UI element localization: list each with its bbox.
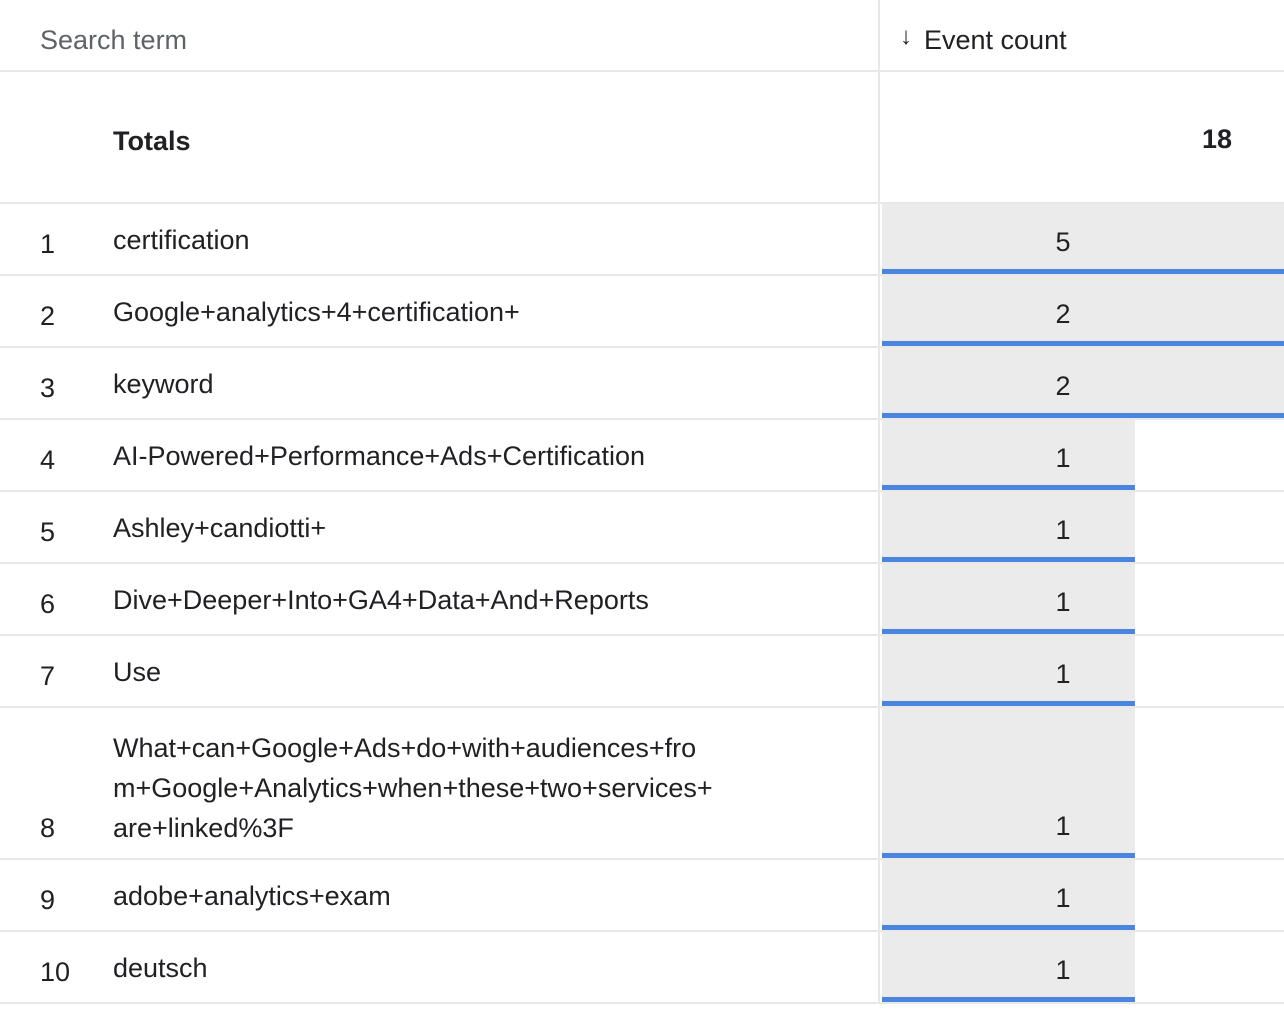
search-term-cell[interactable]: deutsch [113, 948, 713, 988]
event-count-value: 1 [1055, 811, 1071, 841]
row-index: 7 [40, 661, 56, 691]
totals-row: Totals 18 [0, 72, 1284, 204]
row-index: 4 [40, 445, 56, 475]
search-term-cell[interactable]: Dive+Deeper+Into+GA4+Data+And+Reports [113, 580, 713, 620]
row-index: 3 [40, 373, 56, 403]
event-count-value: 1 [1055, 587, 1071, 617]
table-row[interactable]: 9 adobe+analytics+exam 1 [0, 860, 1284, 932]
table-row[interactable]: 10 deutsch 1 [0, 932, 1284, 1004]
search-term-cell[interactable]: AI-Powered+Performance+Ads+Certification [113, 436, 713, 476]
event-count-cell: 1 [878, 636, 1284, 706]
table-row[interactable]: 8 What+can+Google+Ads+do+with+audiences+f… [0, 708, 1284, 860]
event-count-cell: 1 [878, 564, 1284, 634]
search-term-cell[interactable]: certification [113, 220, 713, 260]
table-row[interactable]: 4 AI-Powered+Performance+Ads+Certificatio… [0, 420, 1284, 492]
table-row[interactable]: 6 Dive+Deeper+Into+GA4+Data+And+Reports 1 [0, 564, 1284, 636]
row-index: 8 [40, 813, 56, 843]
totals-value: 18 [1201, 124, 1232, 154]
column-header-search-term[interactable]: Search term [40, 24, 187, 56]
row-index: 9 [40, 885, 56, 915]
event-count-cell: 5 [878, 204, 1284, 274]
event-count-value: 1 [1055, 883, 1071, 913]
table-row[interactable]: 5 Ashley+candiotti+ 1 [0, 492, 1284, 564]
arrow-down-icon[interactable]: ↓ [900, 22, 912, 52]
search-term-cell[interactable]: Use [113, 652, 713, 692]
event-count-value: 1 [1055, 443, 1071, 473]
event-count-cell: 2 [878, 276, 1284, 346]
row-index: 6 [40, 589, 56, 619]
table-row[interactable]: 2 Google+analytics+4+certification+ 2 [0, 276, 1284, 348]
search-term-cell[interactable]: Google+analytics+4+certification+ [113, 292, 713, 332]
totals-label: Totals [113, 126, 191, 156]
event-count-cell: 1 [878, 932, 1284, 1002]
event-count-value: 1 [1055, 955, 1071, 985]
search-term-cell[interactable]: What+can+Google+Ads+do+with+audiences+fr… [113, 728, 713, 848]
event-count-cell: 1 [878, 492, 1284, 562]
table-row[interactable]: 3 keyword 2 [0, 348, 1284, 420]
totals-count-cell: 18 [878, 72, 1284, 202]
event-count-cell: 1 [878, 420, 1284, 490]
search-term-cell[interactable]: adobe+analytics+exam [113, 876, 713, 916]
search-term-cell[interactable]: keyword [113, 364, 713, 404]
table-row[interactable]: 7 Use 1 [0, 636, 1284, 708]
row-index: 5 [40, 517, 56, 547]
event-count-cell: 1 [878, 708, 1284, 858]
event-count-value: 1 [1055, 515, 1071, 545]
event-count-value: 1 [1055, 659, 1071, 689]
row-index: 2 [40, 301, 56, 331]
column-header-event-count[interactable]: ↓ Event count [878, 0, 1284, 72]
column-header-event-count-label[interactable]: Event count [924, 24, 1067, 56]
event-count-value: 5 [1055, 227, 1071, 257]
event-count-cell: 2 [878, 348, 1284, 418]
event-count-cell: 1 [878, 860, 1284, 930]
table-row[interactable]: 1 certification 5 [0, 204, 1284, 276]
row-index: 1 [40, 229, 56, 259]
event-count-value: 2 [1055, 299, 1071, 329]
event-count-value: 2 [1055, 371, 1071, 401]
table-header: Search term ↓ Event count [0, 0, 1284, 72]
search-term-cell[interactable]: Ashley+candiotti+ [113, 508, 713, 548]
row-index: 10 [40, 957, 71, 987]
